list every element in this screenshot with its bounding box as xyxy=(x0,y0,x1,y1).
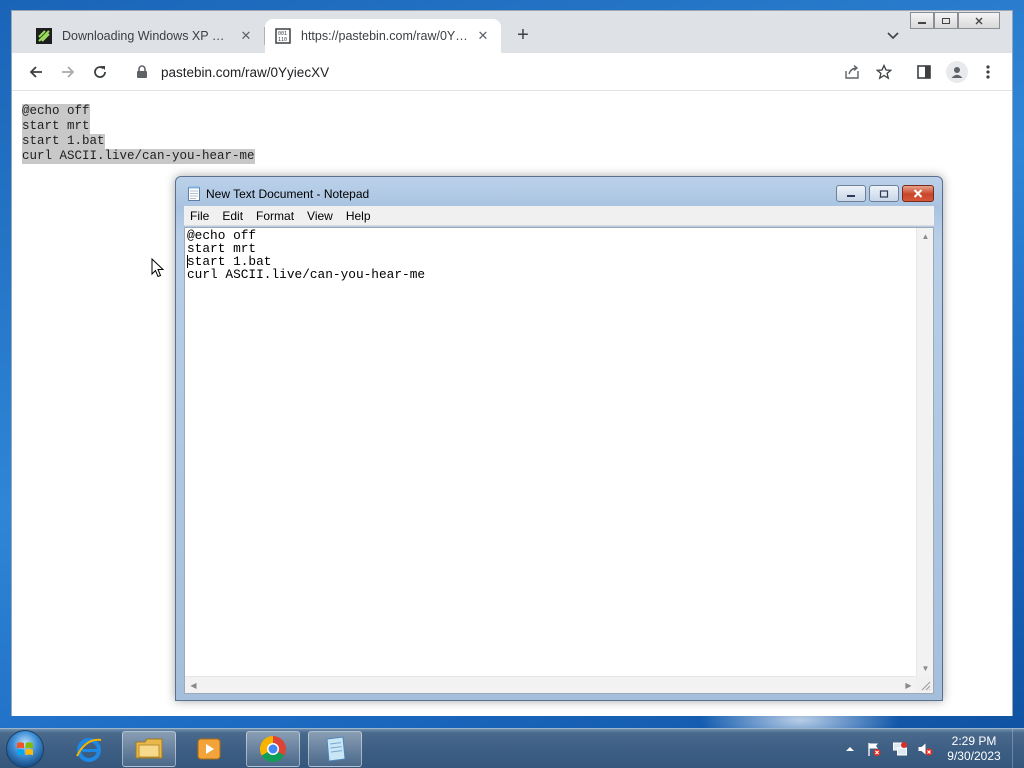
menu-format[interactable]: Format xyxy=(250,209,300,223)
text-caret xyxy=(187,255,188,268)
vertical-scrollbar[interactable]: ▲ ▼ xyxy=(916,228,933,677)
tab-close-icon[interactable]: ✕ xyxy=(475,28,491,44)
minimize-button[interactable] xyxy=(836,185,866,202)
reload-button[interactable] xyxy=(90,62,110,82)
chrome-icon xyxy=(259,735,286,763)
system-clock[interactable]: 2:29 PM 9/30/2023 xyxy=(944,734,1004,764)
raw-line[interactable]: curl ASCII.live/can-you-hear-me xyxy=(22,149,255,164)
close-icon xyxy=(975,17,983,24)
taskbar-chrome[interactable] xyxy=(246,731,300,767)
side-panel-icon xyxy=(917,65,931,79)
raw-file-icon: 001 110 xyxy=(275,28,291,44)
network-icon[interactable] xyxy=(892,741,908,757)
size-grip[interactable] xyxy=(916,676,933,693)
window-controls xyxy=(910,12,1000,29)
arrow-left-icon xyxy=(29,66,42,78)
menu-edit[interactable]: Edit xyxy=(216,209,249,223)
mouse-cursor-icon xyxy=(151,258,165,278)
windows-logo-icon xyxy=(17,742,33,756)
tab-close-icon[interactable]: ✕ xyxy=(238,28,254,44)
start-button[interactable] xyxy=(6,730,44,768)
minimize-icon xyxy=(847,194,855,197)
minimize-icon xyxy=(918,21,926,24)
raw-paste-text[interactable]: @echo off start mrt start 1.bat curl ASC… xyxy=(22,104,255,164)
restore-icon xyxy=(942,17,950,24)
notepad-window: New Text Document - Notepad File Edit Fo… xyxy=(175,176,943,701)
site-favicon-icon xyxy=(36,28,52,44)
menu-help[interactable]: Help xyxy=(340,209,377,223)
close-icon xyxy=(913,189,923,198)
tab-title: Downloading Windows XP Horro xyxy=(62,29,232,43)
maximize-icon xyxy=(879,189,889,198)
tab-downloading-windows-xp[interactable]: Downloading Windows XP Horro ✕ xyxy=(26,19,264,53)
maximize-button[interactable] xyxy=(869,185,899,202)
taskbar-notepad[interactable] xyxy=(308,731,362,767)
share-icon xyxy=(845,64,859,79)
address-bar[interactable]: pastebin.com/raw/0YyiecXV xyxy=(125,57,881,87)
notepad-titlebar[interactable]: New Text Document - Notepad xyxy=(176,177,942,207)
notepad-icon xyxy=(188,186,200,201)
clock-time: 2:29 PM xyxy=(951,734,997,748)
profile-icon xyxy=(951,67,963,78)
volume-muted-icon[interactable] xyxy=(917,741,933,757)
horizontal-scrollbar[interactable]: ◀ ▶ xyxy=(185,676,917,693)
show-desktop-button[interactable] xyxy=(1012,729,1024,768)
taskbar-internet-explorer[interactable] xyxy=(62,731,116,767)
tab-title: https://pastebin.com/raw/0Yyiec xyxy=(301,29,469,43)
taskbar: 2:29 PM 9/30/2023 xyxy=(0,728,1024,768)
menu-button[interactable] xyxy=(978,62,998,82)
side-panel-button[interactable] xyxy=(914,62,934,82)
browser-toolbar: pastebin.com/raw/0YyiecXV xyxy=(12,53,1012,91)
scroll-down-icon[interactable]: ▼ xyxy=(917,660,934,677)
show-hidden-icons-icon[interactable] xyxy=(844,743,856,755)
resize-grip-icon xyxy=(921,681,931,691)
more-vertical-icon xyxy=(986,65,990,79)
raw-line[interactable]: @echo off xyxy=(22,104,90,119)
close-button[interactable] xyxy=(902,185,934,202)
internet-explorer-icon xyxy=(76,738,102,762)
profile-button[interactable] xyxy=(946,61,968,83)
window-title: New Text Document - Notepad xyxy=(206,187,370,201)
bookmark-button[interactable] xyxy=(874,62,894,82)
notepad-icon xyxy=(326,736,346,762)
scroll-up-icon[interactable]: ▲ xyxy=(917,228,934,245)
clock-date: 9/30/2023 xyxy=(947,749,1001,763)
taskbar-windows-explorer[interactable] xyxy=(122,731,176,767)
forward-button[interactable] xyxy=(58,62,78,82)
media-player-icon xyxy=(197,738,221,760)
share-button[interactable] xyxy=(842,62,862,82)
menu-bar: File Edit Format View Help xyxy=(184,206,934,226)
raw-line[interactable]: start mrt xyxy=(22,119,90,134)
back-button[interactable] xyxy=(26,62,46,82)
new-tab-button[interactable]: + xyxy=(512,25,534,45)
arrow-right-icon xyxy=(62,66,75,78)
restore-button[interactable] xyxy=(934,12,958,29)
lock-icon[interactable] xyxy=(135,65,149,79)
close-button[interactable] xyxy=(958,12,1000,29)
svg-text:110: 110 xyxy=(278,37,287,43)
tab-pastebin-raw[interactable]: 001 110 https://pastebin.com/raw/0Yyiec … xyxy=(265,19,501,53)
taskbar-media-player[interactable] xyxy=(182,731,236,767)
tab-strip: Downloading Windows XP Horro ✕ 001 110 h… xyxy=(12,11,1012,53)
reload-icon xyxy=(94,66,106,78)
window-controls xyxy=(836,185,934,202)
chevron-down-icon[interactable] xyxy=(886,29,900,43)
menu-file[interactable]: File xyxy=(184,209,215,223)
folder-icon xyxy=(135,738,163,759)
star-icon xyxy=(876,64,892,80)
minimize-button[interactable] xyxy=(910,12,934,29)
action-center-flag-icon[interactable] xyxy=(866,741,882,757)
text-editor[interactable]: @echo off start mrt start 1.bat curl ASC… xyxy=(184,227,934,694)
scroll-right-icon[interactable]: ▶ xyxy=(900,677,917,694)
editor-text[interactable]: @echo off start mrt start 1.bat curl ASC… xyxy=(187,229,425,281)
url-text[interactable]: pastebin.com/raw/0YyiecXV xyxy=(161,65,329,80)
raw-line[interactable]: start 1.bat xyxy=(22,134,105,149)
menu-view[interactable]: View xyxy=(301,209,339,223)
scroll-left-icon[interactable]: ◀ xyxy=(185,677,202,694)
